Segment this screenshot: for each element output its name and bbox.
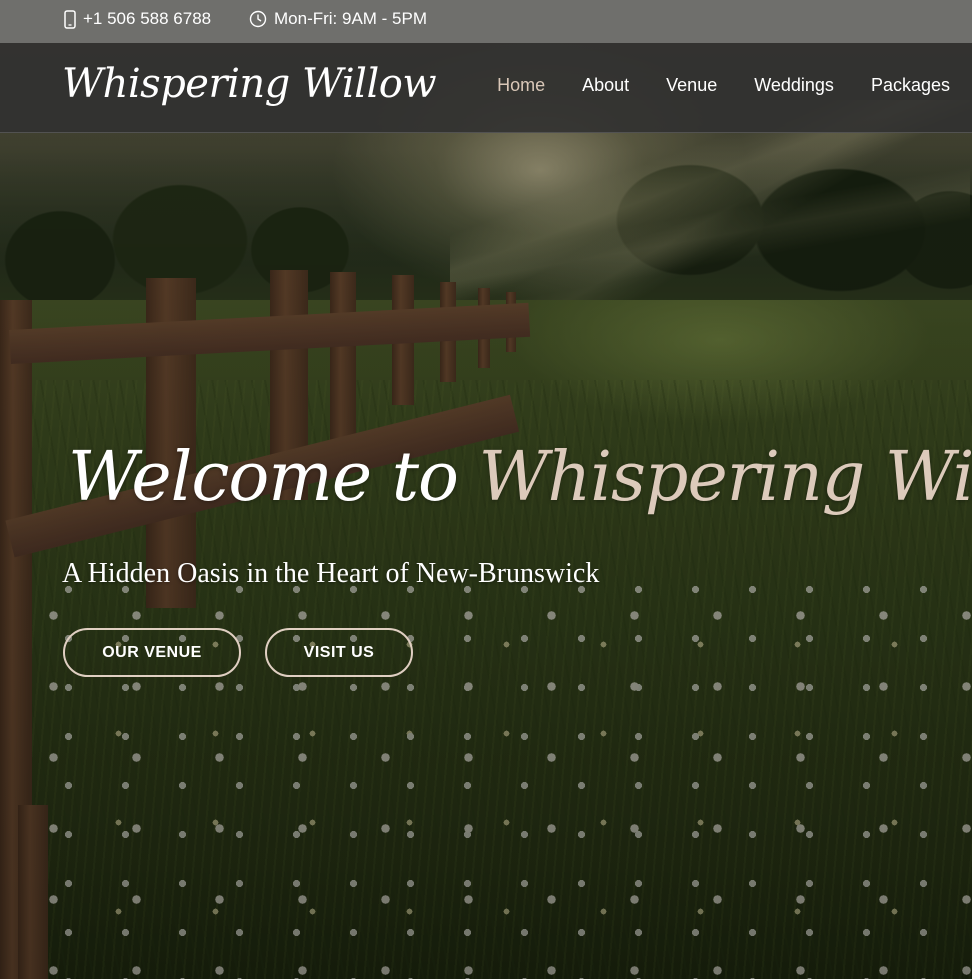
visit-us-button[interactable]: VISIT US <box>265 628 413 677</box>
business-hours: Mon-Fri: 9AM - 5PM <box>249 9 427 29</box>
nav-link-weddings[interactable]: Weddings <box>754 75 834 96</box>
page: +1 506 588 6788 Mon-Fri: 9AM - 5PM Whisp… <box>0 0 972 979</box>
nav-menu: Home About Venue Weddings Packages <box>460 75 950 96</box>
clock-icon <box>249 10 267 28</box>
hours-text: Mon-Fri: 9AM - 5PM <box>274 9 428 28</box>
hero-subtitle: A Hidden Oasis in the Heart of New-Bruns… <box>62 558 600 589</box>
contact-bar: +1 506 588 6788 Mon-Fri: 9AM - 5PM <box>0 0 972 43</box>
our-venue-button[interactable]: OUR VENUE <box>63 628 241 677</box>
site-logo[interactable]: Whispering Willow <box>62 61 437 107</box>
nav-link-about[interactable]: About <box>582 75 629 96</box>
hero-title-accent: Whispering Willow <box>478 438 972 517</box>
main-navbar: Whispering Willow Home About Venue Weddi… <box>0 43 972 133</box>
nav-link-home[interactable]: Home <box>497 75 545 96</box>
nav-link-packages[interactable]: Packages <box>871 75 950 96</box>
phone-contact[interactable]: +1 506 588 6788 <box>64 9 211 29</box>
mobile-phone-icon <box>64 9 76 29</box>
phone-number: +1 506 588 6788 <box>83 9 212 28</box>
nav-link-venue[interactable]: Venue <box>666 75 717 96</box>
hero-title: Welcome to Whispering Willow <box>68 438 972 517</box>
hero-title-prefix: Welcome to <box>68 438 459 517</box>
